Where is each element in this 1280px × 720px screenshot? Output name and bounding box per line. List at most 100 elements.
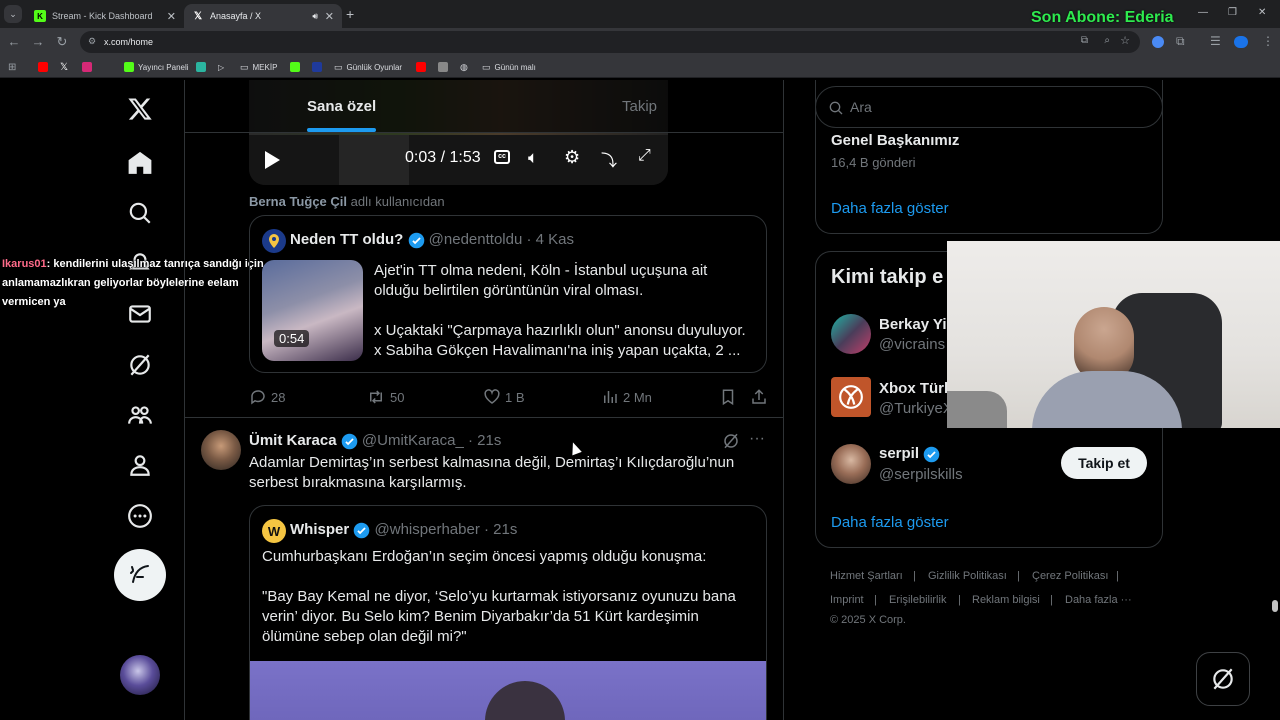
bookmark-youtube-2[interactable] [416, 61, 430, 73]
bookmark-youtube[interactable] [38, 61, 52, 73]
apps-grid-icon[interactable]: ⊞ [8, 61, 16, 73]
post-author-handle[interactable]: @UmitKaraca_ [362, 432, 464, 449]
who-to-follow-show-more[interactable]: Daha fazla göster [831, 514, 949, 531]
footer-link[interactable]: Hizmet Şartları [830, 570, 903, 582]
profile-avatar[interactable] [1234, 36, 1248, 48]
restore-window-icon[interactable]: ❐ [1228, 7, 1237, 18]
trend-item[interactable]: Genel Başkanımız 16,4 B gönderi [831, 132, 959, 170]
nav-profile[interactable] [124, 449, 156, 481]
follow-button[interactable]: Takip et [1061, 447, 1147, 479]
account-avatar[interactable] [120, 655, 160, 695]
captions-button[interactable]: cc [494, 150, 510, 164]
trends-show-more[interactable]: Daha fazla göster [831, 200, 949, 217]
nav-explore[interactable] [124, 197, 156, 229]
bookmark-instagram[interactable] [82, 61, 96, 73]
post-author-name[interactable]: Ümit Karaca [249, 432, 337, 449]
site-icon [312, 62, 322, 72]
install-app-icon[interactable]: ⧉ [1081, 35, 1088, 46]
close-tab-icon[interactable]: ✕ [325, 10, 334, 23]
extension-icon[interactable] [1152, 36, 1164, 48]
x-logo-home-link[interactable] [124, 93, 156, 125]
play-button[interactable] [263, 150, 281, 170]
address-bar[interactable]: ⚙ x.com/home ⧉ ⌕ ☆ [80, 31, 1140, 53]
share-button[interactable] [750, 388, 768, 406]
bookmark-app[interactable] [196, 61, 210, 73]
forward-icon[interactable]: → [30, 34, 46, 50]
follow-suggestion[interactable]: serpil @serpilskills Takip et [831, 442, 1151, 486]
zoom-icon[interactable]: ⌕ [1104, 35, 1110, 46]
dock-button[interactable]: ⤵ [601, 147, 617, 171]
footer-link[interactable]: Imprint [830, 594, 864, 606]
post-more-button[interactable]: ··· [749, 430, 765, 448]
webcam-microphone [947, 391, 1007, 428]
nav-more[interactable] [124, 500, 156, 532]
post-button[interactable] [114, 549, 166, 601]
bookmark-prime[interactable]: ▷ [218, 61, 224, 73]
new-tab-button[interactable]: + [346, 6, 354, 22]
page-scrollbar-thumb[interactable] [1272, 600, 1278, 612]
footer-link[interactable]: Erişilebilirlik [889, 594, 946, 606]
bookmark-gunluk-oyunlar[interactable]: ▭ Günlük Oyunlar [334, 61, 402, 73]
footer-link[interactable]: Gizlilik Politikası [928, 570, 1007, 582]
repost-count: 50 [390, 389, 405, 405]
grok-analyze-button[interactable] [722, 432, 740, 450]
footer-more-link[interactable]: Daha fazla ··· [1065, 594, 1132, 606]
minimize-window-icon[interactable]: — [1198, 7, 1208, 18]
bookmark-yayinci-paneli[interactable]: Yayıncı Paneli [124, 61, 189, 73]
close-tab-icon[interactable]: ✕ [167, 10, 176, 23]
nav-communities[interactable] [124, 399, 156, 431]
bookmark-gunun-mali[interactable]: ▭ Günün malı [482, 61, 536, 73]
nav-home[interactable] [124, 147, 156, 179]
bookmark-button[interactable] [719, 388, 737, 406]
repost-button[interactable]: 50 [366, 388, 404, 406]
settings-button[interactable]: ⚙ [564, 147, 580, 168]
reload-icon[interactable]: ↻ [54, 34, 70, 50]
tab-following[interactable]: Takip [622, 98, 657, 115]
social-context-name[interactable]: Berna Tuğçe Çil [249, 194, 347, 209]
bookmark-icon [722, 389, 734, 406]
close-window-icon[interactable]: ✕ [1258, 7, 1266, 18]
nav-grok[interactable] [124, 349, 156, 381]
bookmark-star-icon[interactable]: ☆ [1120, 34, 1130, 47]
views-chart-icon [604, 391, 617, 403]
user-handle: @vicrains [879, 336, 946, 353]
post-author-avatar[interactable] [201, 430, 241, 470]
bookmark-globe[interactable]: ◍ [460, 61, 468, 73]
social-context: Berna Tuğçe Çil adlı kullanıcıdan [249, 194, 445, 209]
tab-for-you[interactable]: Sana özel [307, 98, 376, 132]
back-icon[interactable]: ← [6, 34, 22, 50]
bookmark-mekip[interactable]: ▭ MEKİP [240, 61, 277, 73]
reading-list-icon[interactable]: ☰ [1210, 34, 1221, 48]
volume-button[interactable]: 🔈︎ [528, 148, 538, 168]
youtube-icon [38, 62, 48, 72]
tab-audio-icon[interactable]: 🔊︎ [312, 11, 318, 22]
chat-message-line: : kendilerini ulaşılmaz tanrıça sandığı … [46, 258, 264, 270]
quoted-post-text: Ajet'in TT olma nedeni, Köln - İstanbul … [374, 261, 759, 361]
footer-link[interactable]: Çerez Politikası [1032, 570, 1108, 582]
bookmark-blue[interactable] [312, 61, 326, 73]
quoted-post[interactable]: Neden TT oldu? @nedenttoldu · 4 Kas 0:54… [249, 215, 767, 373]
footer-link[interactable]: Reklam bilgisi [972, 594, 1040, 606]
bookmark-kick[interactable] [290, 61, 304, 73]
quoted-post-text-line: x Sabiha Gökçen Havalimanı'na iniş yapan… [374, 342, 741, 359]
views-button[interactable]: 2 Mn [601, 388, 652, 406]
browser-tab-x[interactable]: 𝕏 Anasayfa / X 🔊︎ ✕ [184, 4, 342, 28]
quoted-post[interactable]: W Whisper @whisperhaber · 21s Cumhurbaşk… [249, 505, 767, 720]
bookmark-x[interactable]: 𝕏 [60, 61, 68, 73]
fullscreen-button[interactable]: ⤢ [638, 147, 651, 165]
bookmark-image[interactable] [438, 61, 452, 73]
post-time[interactable]: 21s [477, 432, 501, 449]
like-button[interactable]: 1 B [483, 388, 525, 406]
grok-floating-button[interactable] [1196, 652, 1250, 706]
reply-button[interactable]: 28 [249, 388, 285, 406]
quoted-post-video-thumb[interactable]: 0:54 [262, 260, 363, 361]
site-info-icon[interactable]: ⚙ [88, 36, 96, 47]
browser-tab-kick[interactable]: K Stream - Kick Dashboard ✕ [26, 4, 184, 28]
extensions-puzzle-icon[interactable]: ⧉ [1176, 34, 1185, 49]
play-icon: ▷ [218, 62, 225, 72]
browser-menu-icon[interactable]: ⋮ [1262, 34, 1274, 48]
quoted-post-image[interactable] [250, 661, 766, 720]
user-name-row: serpil [879, 445, 940, 463]
tab-search-button[interactable]: ⌄ [4, 5, 22, 23]
heart-icon [484, 389, 500, 404]
